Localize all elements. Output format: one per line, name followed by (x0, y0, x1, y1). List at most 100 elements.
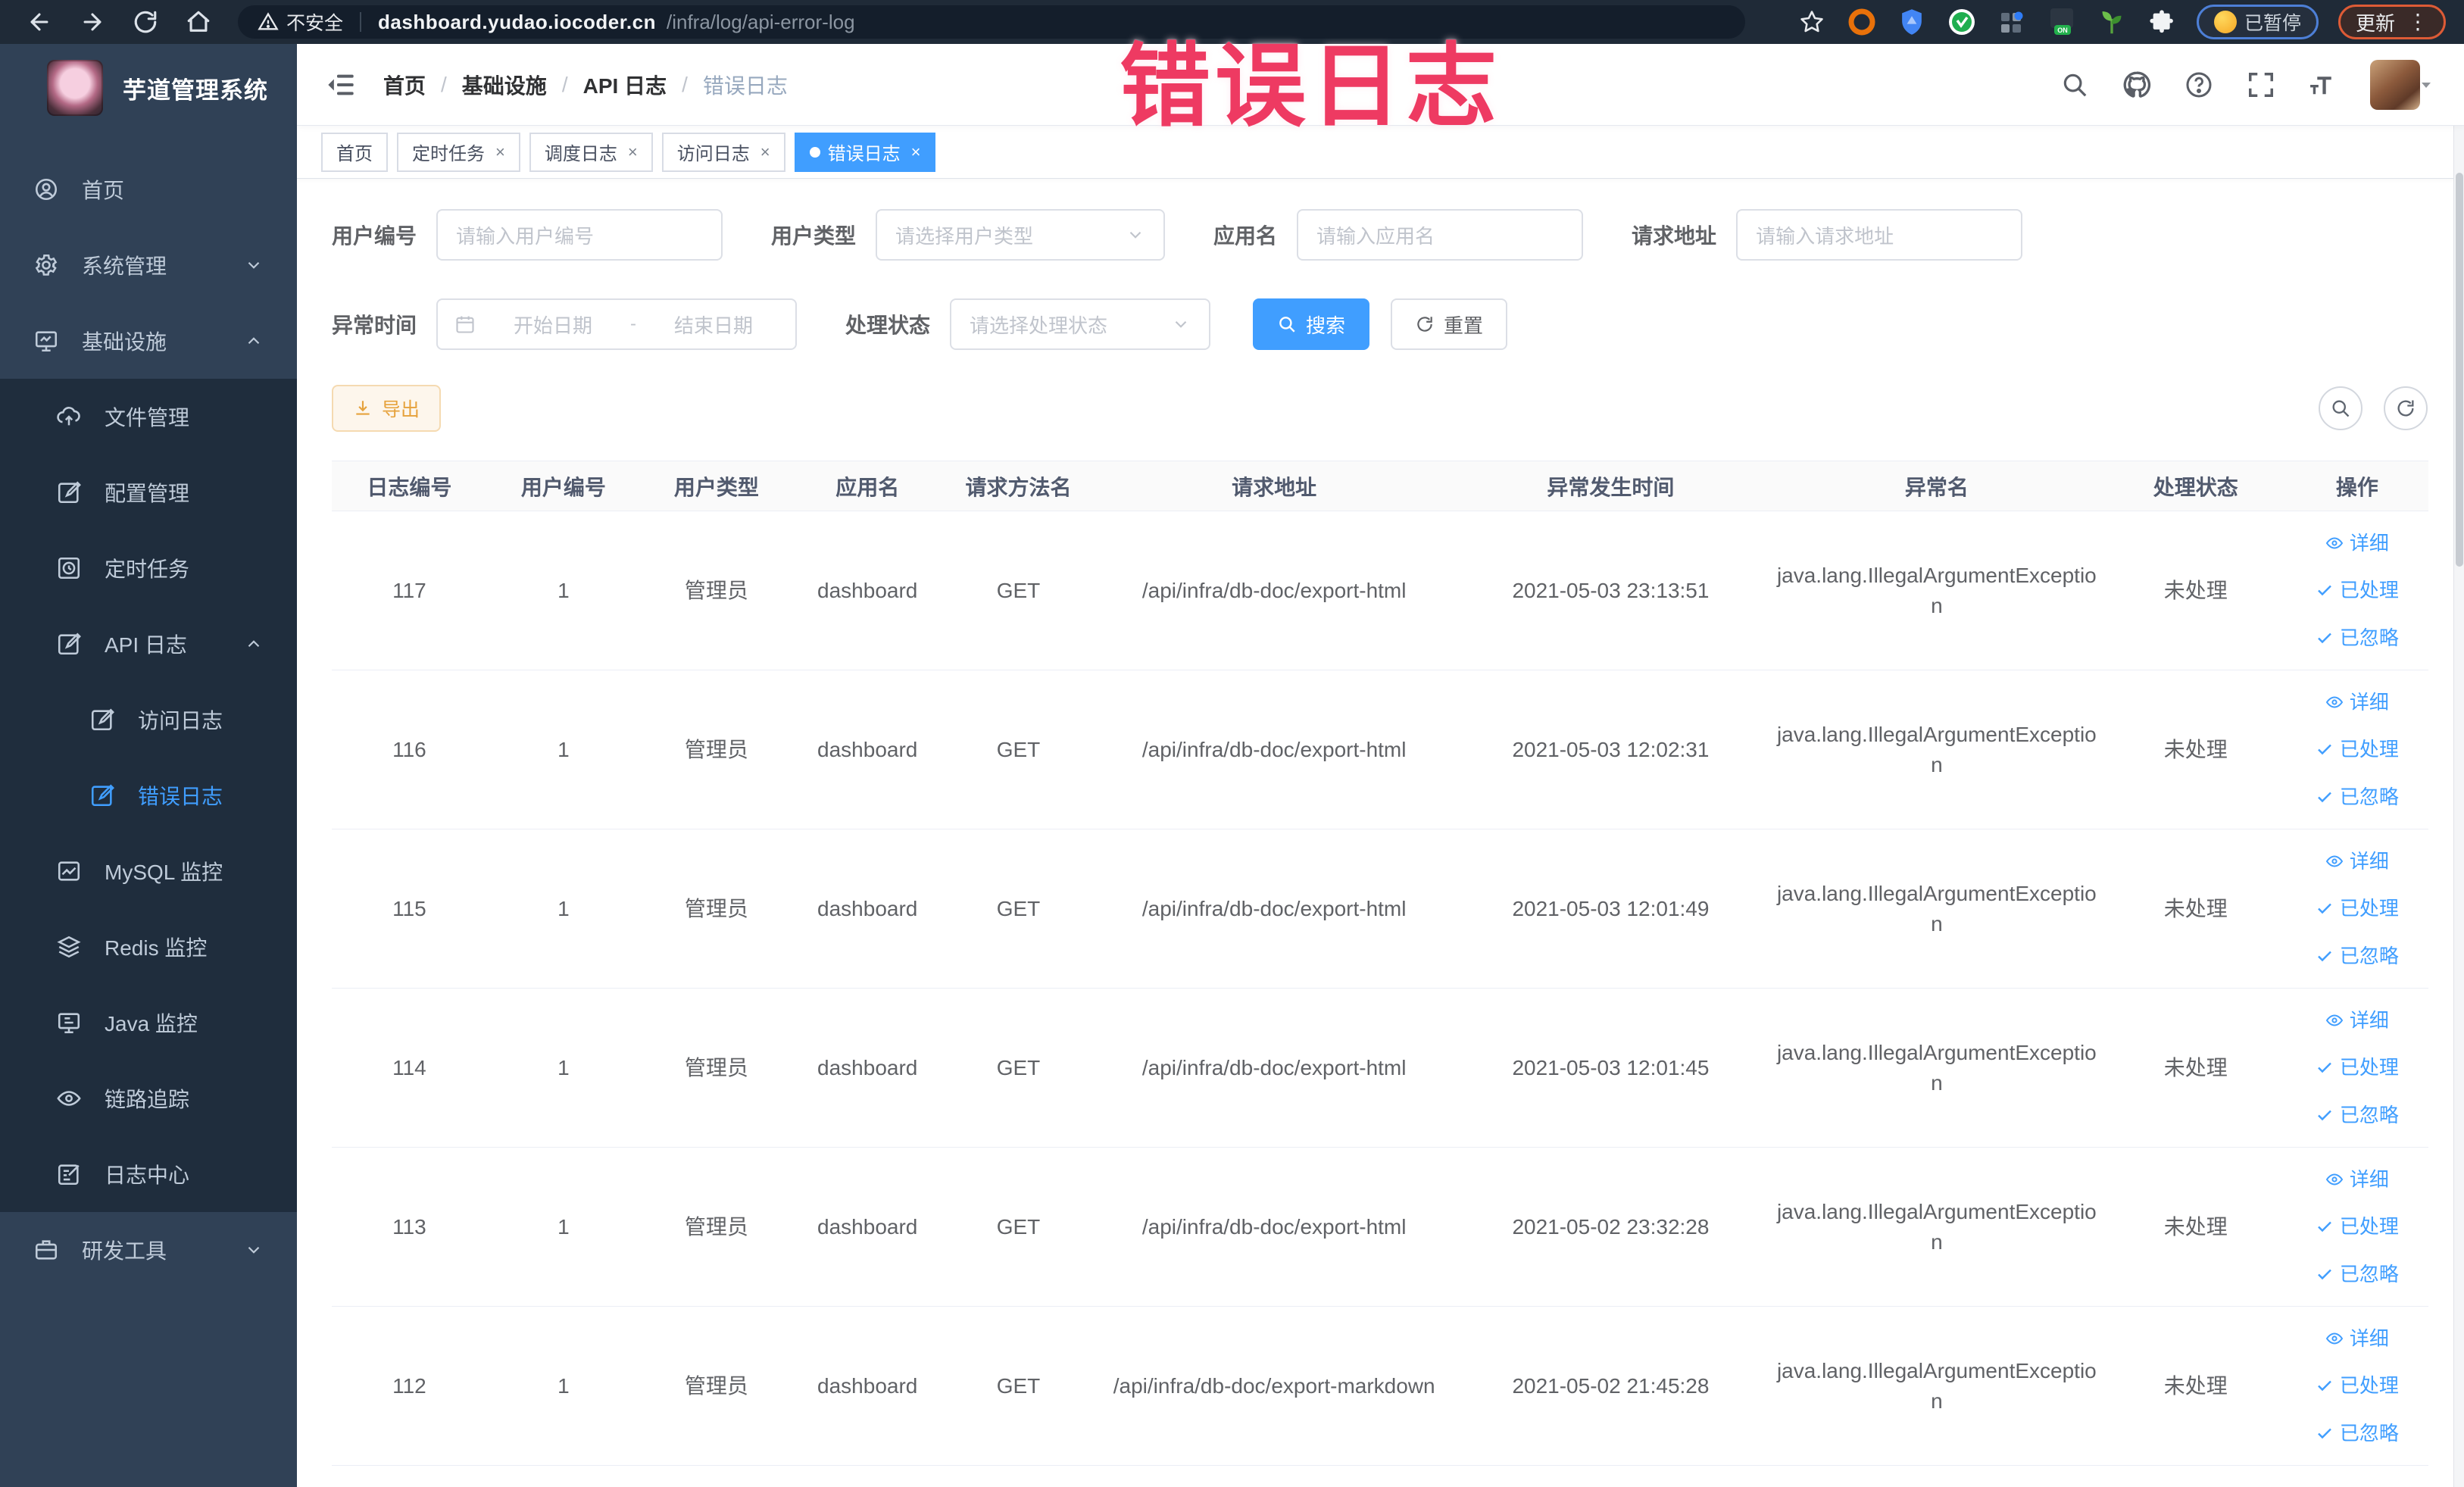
sidebar-item-label: Redis 监控 (105, 936, 208, 960)
detail-link[interactable]: 详细 (2325, 1007, 2389, 1034)
mark-ignored-link[interactable]: 已忽略 (2316, 1261, 2399, 1288)
detail-link[interactable]: 详细 (2325, 530, 2389, 557)
calendar-icon (456, 316, 474, 333)
app-name-input[interactable]: 请输入应用名 (1297, 209, 1584, 261)
browser-back-button[interactable] (18, 5, 61, 39)
user-type-select[interactable]: 请选择用户类型 (876, 209, 1166, 261)
toggle-search-button[interactable] (2319, 386, 2363, 430)
user-avatar[interactable] (2370, 59, 2420, 110)
sidebar-item-log-center[interactable]: 日志中心 (0, 1136, 297, 1212)
mark-ignored-link[interactable]: 已忽略 (2316, 1420, 2399, 1447)
sidebar-item-system[interactable]: 系统管理 (0, 227, 297, 303)
security-warning-icon[interactable]: 不安全 (258, 8, 343, 36)
page-scrollbar[interactable] (2453, 44, 2464, 1487)
cell-log-id: 113 (392, 1214, 426, 1239)
extension-blue-shield-icon[interactable] (1897, 7, 1927, 37)
breadcrumb-home[interactable]: 首页 (383, 70, 426, 100)
request-url-input[interactable]: 请输入请求地址 (1736, 209, 2023, 261)
tab-access-log[interactable]: 访问日志 × (661, 132, 785, 172)
extension-orange-icon[interactable] (1847, 7, 1877, 37)
eye-icon (2325, 855, 2343, 867)
sidebar-item-dev-tools[interactable]: 研发工具 (0, 1212, 297, 1288)
scrollbar-thumb[interactable] (2456, 173, 2463, 567)
mark-processed-link[interactable]: 已处理 (2316, 1213, 2399, 1240)
tab-close-icon[interactable]: × (911, 142, 921, 162)
sidebar-item-label: Java 监控 (105, 1012, 198, 1036)
sidebar-item-cron-job[interactable]: 定时任务 (0, 530, 297, 606)
bookmark-star-icon[interactable] (1797, 7, 1827, 37)
cell-exception-name: java.lang.IllegalArgumentException (1776, 882, 2097, 936)
eye-icon (2325, 1332, 2343, 1345)
extension-puzzle-icon[interactable] (2147, 7, 2177, 37)
app-logo-row[interactable]: 芋道管理系统 (0, 44, 297, 132)
mark-ignored-link[interactable]: 已忽略 (2316, 624, 2399, 651)
export-button[interactable]: 导出 (332, 385, 442, 432)
browser-reload-button[interactable] (124, 5, 167, 39)
detail-link[interactable]: 详细 (2325, 1166, 2389, 1193)
search-button[interactable]: 搜索 (1253, 298, 1370, 350)
mark-ignored-link[interactable]: 已忽略 (2316, 1101, 2399, 1129)
filter-label-app-name: 应用名 (1213, 224, 1278, 248)
sidebar-item-redis-monitor[interactable]: Redis 监控 (0, 909, 297, 985)
fullscreen-icon[interactable] (2246, 70, 2276, 100)
tab-error-log[interactable]: 错误日志 × (794, 132, 936, 172)
table-row: 114 1 管理员 dashboard GET /api/infra/db-do… (332, 989, 2428, 1148)
reset-button[interactable]: 重置 (1391, 298, 1508, 350)
caret-down-icon[interactable] (2417, 76, 2435, 94)
status-select[interactable]: 请选择处理状态 (950, 298, 1211, 350)
sidebar-item-mysql-monitor[interactable]: MySQL 监控 (0, 833, 297, 909)
extension-grid-icon[interactable] (1997, 7, 2027, 37)
tab-close-icon[interactable]: × (495, 142, 505, 162)
tab-home[interactable]: 首页 (321, 132, 388, 172)
tab-close-icon[interactable]: × (760, 142, 770, 162)
sidebar-item-infra[interactable]: 基础设施 (0, 303, 297, 379)
mark-processed-link[interactable]: 已处理 (2316, 736, 2399, 763)
mark-processed-link[interactable]: 已处理 (2316, 576, 2399, 604)
tab-cron-job[interactable]: 定时任务 × (397, 132, 520, 172)
browser-update-menu-button[interactable]: 更新 ⋮ (2338, 5, 2446, 39)
mark-ignored-link[interactable]: 已忽略 (2316, 783, 2399, 811)
browser-home-button[interactable] (177, 5, 220, 39)
detail-link[interactable]: 详细 (2325, 848, 2389, 875)
detail-link[interactable]: 详细 (2325, 1325, 2389, 1352)
tab-close-icon[interactable]: × (628, 142, 638, 162)
mark-ignored-label: 已忽略 (2339, 1103, 2399, 1126)
header-search-icon[interactable] (2060, 70, 2090, 100)
extension-on-switch-icon[interactable]: ON (2047, 7, 2077, 37)
sidebar-item-error-log[interactable]: 错误日志 (0, 758, 297, 833)
address-bar[interactable]: 不安全 dashboard.yudao.iocoder.cn/infra/log… (238, 5, 1745, 39)
exception-time-range-picker[interactable]: 开始日期 - 结束日期 (436, 298, 798, 350)
mark-ignored-link[interactable]: 已忽略 (2316, 942, 2399, 970)
sidebar-item-file-manage[interactable]: 文件管理 (0, 379, 297, 455)
chevron-down-icon (248, 1246, 260, 1254)
font-size-icon[interactable] (2308, 70, 2338, 100)
chevron-down-icon (248, 261, 260, 269)
mark-processed-link[interactable]: 已处理 (2316, 1054, 2399, 1081)
breadcrumb-infra[interactable]: 基础设施 (462, 70, 547, 100)
tab-schedule-log[interactable]: 调度日志 × (529, 132, 653, 172)
breadcrumb-api-log[interactable]: API 日志 (583, 70, 667, 100)
sidebar-item-config-manage[interactable]: 配置管理 (0, 455, 297, 530)
browser-forward-button[interactable] (71, 5, 114, 39)
sidebar-item-trace[interactable]: 链路追踪 (0, 1061, 297, 1136)
url-divider (360, 12, 362, 32)
refresh-table-button[interactable] (2384, 386, 2428, 430)
check-icon (2317, 1381, 2331, 1392)
mark-processed-label: 已处理 (2339, 1374, 2399, 1398)
filter-label-user-type: 用户类型 (771, 224, 857, 248)
detail-link[interactable]: 详细 (2325, 689, 2389, 716)
extension-paused-pill[interactable]: 已暂停 (2196, 5, 2319, 39)
mark-processed-link[interactable]: 已处理 (2316, 1372, 2399, 1399)
breadcrumb-current: 错误日志 (702, 73, 788, 98)
sidebar-item-access-log[interactable]: 访问日志 (0, 682, 297, 758)
extension-green-circle-icon[interactable] (1947, 7, 1977, 37)
github-icon[interactable] (2122, 70, 2152, 100)
sidebar-item-api-log[interactable]: API 日志 (0, 606, 297, 682)
sidebar-item-home[interactable]: 首页 (0, 152, 297, 227)
extension-plant-icon[interactable] (2097, 7, 2127, 37)
help-question-icon[interactable] (2184, 70, 2214, 100)
sidebar-item-java-monitor[interactable]: Java 监控 (0, 985, 297, 1061)
mark-processed-link[interactable]: 已处理 (2316, 895, 2399, 922)
user-id-input[interactable]: 请输入用户编号 (436, 209, 723, 261)
sidebar-toggle-icon[interactable] (326, 70, 356, 100)
